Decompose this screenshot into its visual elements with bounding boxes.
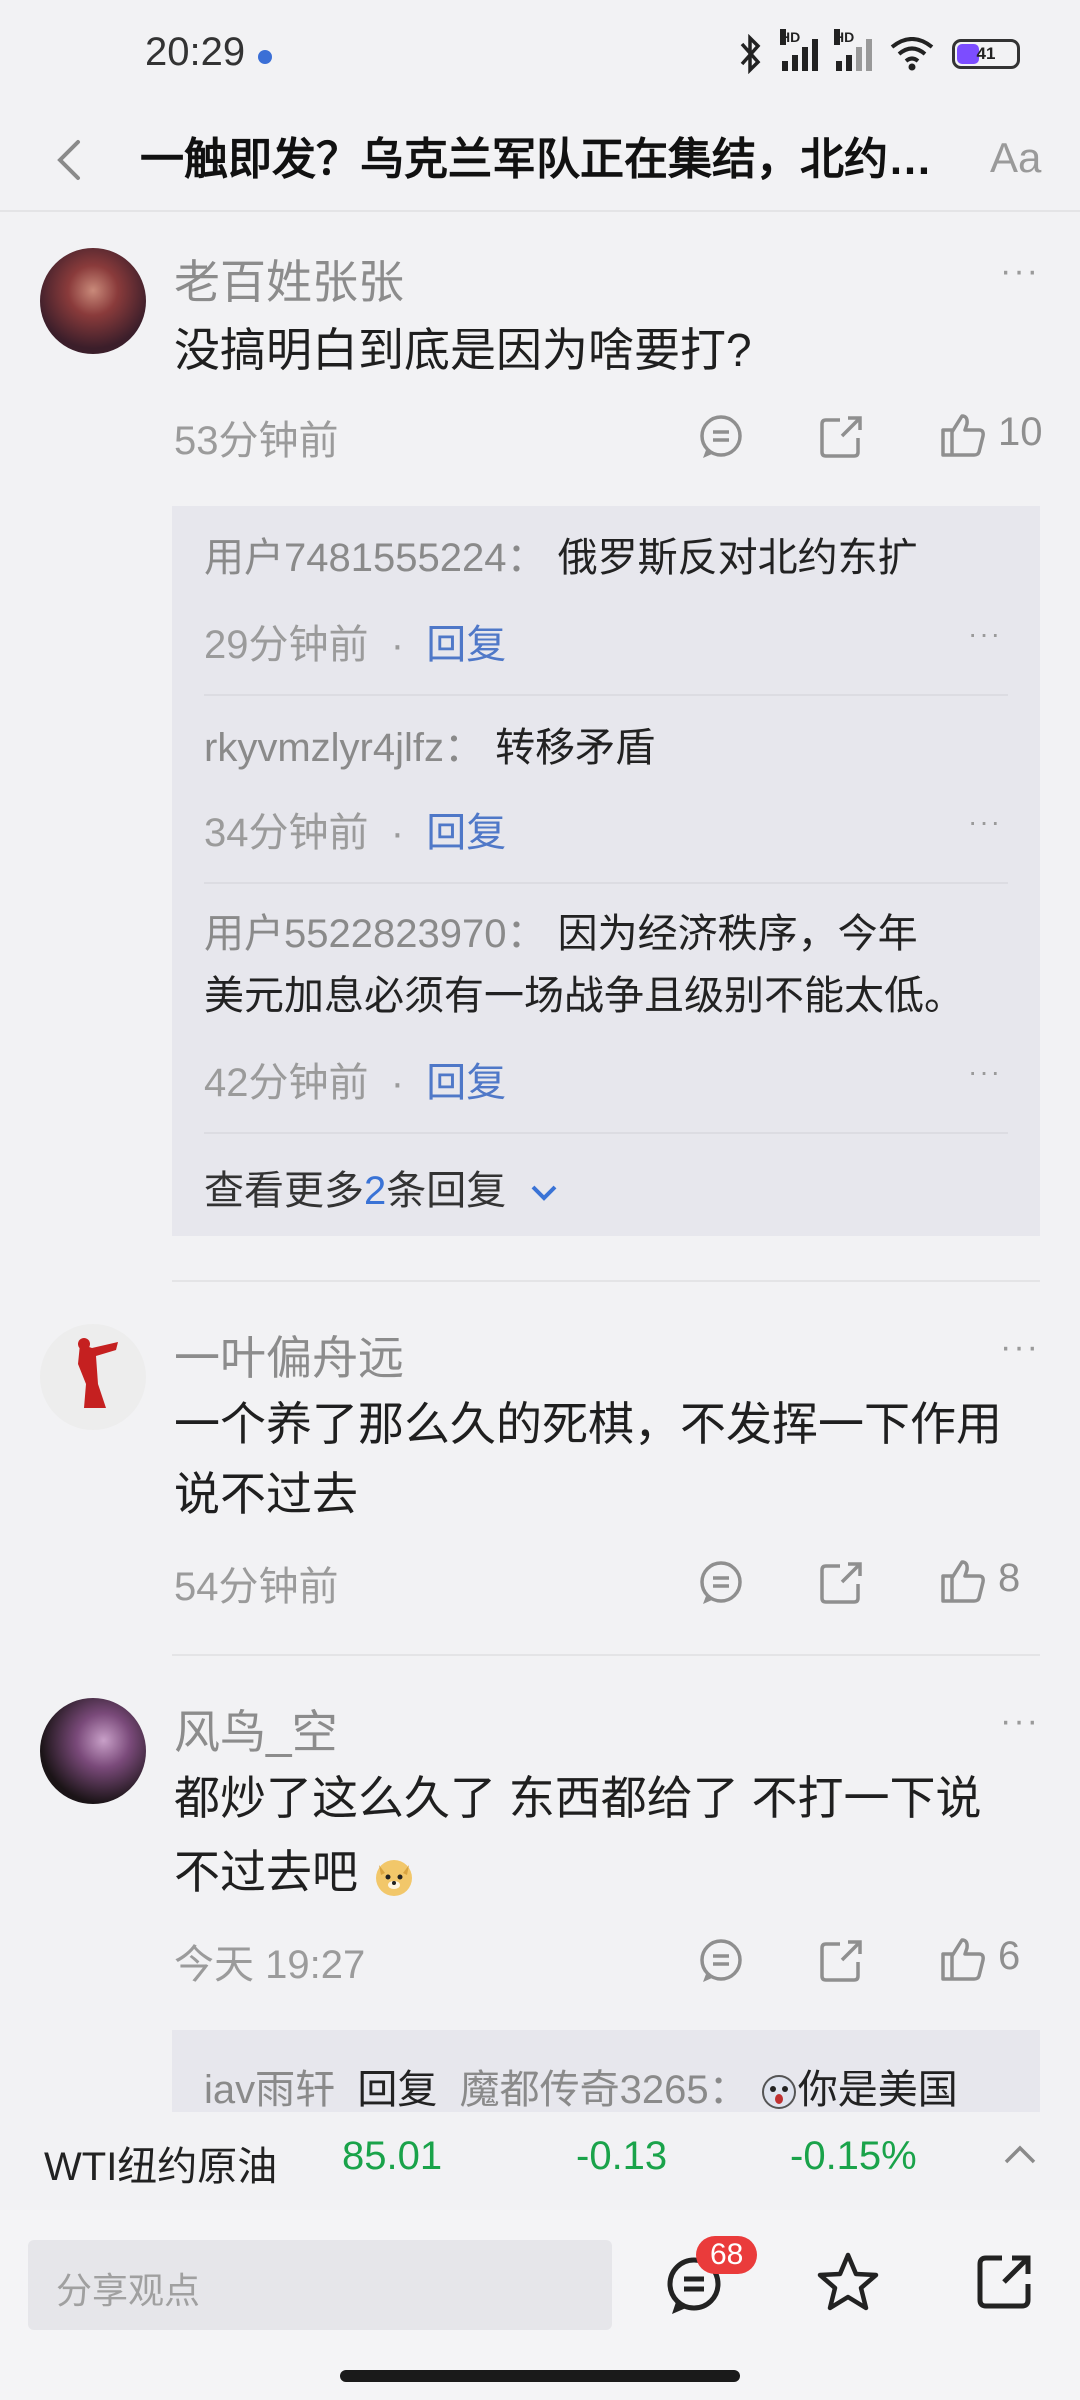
reply-text: 你是美国 xyxy=(797,2068,958,2112)
status-icons: HD HD 41 xyxy=(738,29,1020,74)
share-icon[interactable] xyxy=(816,1936,866,1986)
article-header: 一触即发？乌克兰军队正在集结，北约… Aa xyxy=(0,110,1080,210)
reply-author[interactable]: rkyvmzlyr4jlfz： xyxy=(204,726,484,770)
comment-time: 今天 19:27 xyxy=(174,1943,366,1987)
more-options-icon[interactable]: ··· xyxy=(1000,1328,1040,1367)
reply-text-line: 美元加息必须有一场战争且级别不能太低。 xyxy=(204,974,964,1018)
market-ticker[interactable]: WTI纽约原油 85.01 -0.13 -0.15% xyxy=(0,2112,1080,2202)
share-opinion-input[interactable]: 分享观点 xyxy=(28,2240,612,2330)
reply-author[interactable]: 用户7481555224： xyxy=(204,536,546,580)
signal-icon-2: HD xyxy=(834,29,872,71)
battery-icon: 41 xyxy=(952,39,1020,69)
ticker-percent: -0.15% xyxy=(790,2134,917,2178)
comment-reply-icon[interactable] xyxy=(696,1936,746,1986)
comment-divider xyxy=(172,1654,1040,1656)
avatar[interactable] xyxy=(40,248,146,354)
reply-button[interactable]: 回复 xyxy=(426,623,506,667)
comment-text-line: 说不过去 xyxy=(174,1468,358,1520)
like-count: 6 xyxy=(998,1934,1021,1978)
home-indicator[interactable] xyxy=(340,2370,740,2382)
reply-item: rkyvmzlyr4jlfz： 转移矛盾 xyxy=(204,718,655,778)
doge-emoji-icon xyxy=(375,1859,412,1896)
reply-text: 因为经济秩序，今年 xyxy=(557,912,918,956)
more-options-icon[interactable]: ··· xyxy=(968,806,1002,838)
more-options-icon[interactable]: ··· xyxy=(968,1056,1002,1088)
reply-item: iav雨轩 回复 魔都传奇3265： 你是美国 xyxy=(204,2060,958,2120)
reply-meta: 29分钟前 · 回复 xyxy=(204,623,507,667)
share-icon[interactable] xyxy=(972,2250,1036,2314)
reply-button[interactable]: 回复 xyxy=(426,811,506,855)
share-icon[interactable] xyxy=(816,1558,866,1608)
more-options-icon[interactable]: ··· xyxy=(968,618,1002,650)
reply-divider xyxy=(204,1132,1008,1134)
comment-text: 没搞明白到底是因为啥要打? xyxy=(174,324,752,376)
like-thumb-icon[interactable] xyxy=(938,1556,988,1606)
bluetooth-icon xyxy=(740,34,761,74)
avatar[interactable] xyxy=(40,1698,146,1804)
bottom-action-bar: 分享观点 68 xyxy=(0,2210,1080,2400)
more-options-icon[interactable]: ··· xyxy=(1000,1702,1040,1741)
signal-icon-1: HD xyxy=(780,29,818,71)
like-count: 10 xyxy=(998,410,1043,454)
comment-text: 都炒了这么久了 东西都给了 不打一下说 xyxy=(174,1772,982,1824)
reply-item: 用户5522823970： 因为经济秩序，今年 xyxy=(204,904,918,964)
avatar[interactable] xyxy=(40,1324,146,1430)
reply-target[interactable]: 魔都传奇3265： xyxy=(460,2068,749,2112)
comment-author[interactable]: 风鸟_空 xyxy=(174,1696,338,1762)
reply-text: 俄罗斯反对北约东扩 xyxy=(557,536,918,580)
comment-text-line: 不过去吧 xyxy=(174,1834,417,1910)
status-time: 20:29 xyxy=(145,30,246,74)
back-arrow-icon[interactable] xyxy=(44,132,100,188)
like-count: 8 xyxy=(998,1556,1021,1600)
like-thumb-icon[interactable] xyxy=(938,410,988,460)
reply-divider xyxy=(204,882,1008,884)
comment-reply-icon[interactable] xyxy=(696,1558,746,1608)
ticker-change: -0.13 xyxy=(576,2134,668,2178)
reply-time: 29分钟前 xyxy=(204,623,369,667)
reply-thread: iav雨轩 回复 魔都传奇3265： 你是美国 xyxy=(172,2030,1040,2120)
comment-divider xyxy=(172,1280,1040,1282)
comment-text: 一个养了那么久的死棋，不发挥一下作用 xyxy=(174,1398,1002,1450)
figure-icon xyxy=(78,1338,118,1408)
status-bar: 20:29 HD HD 41 xyxy=(0,0,1080,110)
comment-author[interactable]: 老百姓张张 xyxy=(174,246,404,312)
comment-reply-icon[interactable] xyxy=(696,412,746,462)
chevron-up-icon[interactable] xyxy=(998,2140,1042,2170)
view-more-replies-button[interactable]: 查看更多2条回复 xyxy=(204,1158,561,1216)
reply-time: 34分钟前 xyxy=(204,811,369,855)
comment-count-badge: 68 xyxy=(696,2236,758,2274)
reply-time: 42分钟前 xyxy=(204,1061,369,1105)
notification-dot-icon xyxy=(258,50,272,64)
reply-item: 用户7481555224： 俄罗斯反对北约东扩 xyxy=(204,528,918,588)
article-title[interactable]: 一触即发？乌克兰军队正在集结，北约… xyxy=(140,130,940,190)
reply-author[interactable]: 用户5522823970： xyxy=(204,912,546,956)
wifi-icon xyxy=(890,37,934,71)
reply-meta: 42分钟前 · 回复 xyxy=(204,1061,507,1105)
font-size-button[interactable]: Aa xyxy=(990,134,1041,182)
more-options-icon[interactable]: ··· xyxy=(1000,252,1040,291)
reply-thread: 用户7481555224： 俄罗斯反对北约东扩 29分钟前 · 回复 ··· r… xyxy=(172,506,1040,1236)
reply-button[interactable]: 回复 xyxy=(426,1061,506,1105)
comment-time: 53分钟前 xyxy=(174,419,339,463)
comment-time: 54分钟前 xyxy=(174,1565,339,1609)
star-favorite-icon[interactable] xyxy=(816,2250,880,2314)
comment-author[interactable]: 一叶偏舟远 xyxy=(174,1322,404,1388)
ticker-price: 85.01 xyxy=(342,2134,443,2178)
reply-author[interactable]: iav雨轩 xyxy=(204,2068,335,2112)
reply-word: 回复 xyxy=(357,2068,438,2112)
reply-meta: 34分钟前 · 回复 xyxy=(204,811,507,855)
chevron-down-icon xyxy=(531,1186,557,1202)
ticker-name: WTI纽约原油 xyxy=(44,2145,278,2189)
share-icon[interactable] xyxy=(816,412,866,462)
like-thumb-icon[interactable] xyxy=(938,1934,988,1984)
scared-emoji-icon xyxy=(761,2075,796,2110)
reply-divider xyxy=(204,694,1008,696)
reply-text: 转移矛盾 xyxy=(495,726,656,770)
header-divider xyxy=(0,210,1080,212)
